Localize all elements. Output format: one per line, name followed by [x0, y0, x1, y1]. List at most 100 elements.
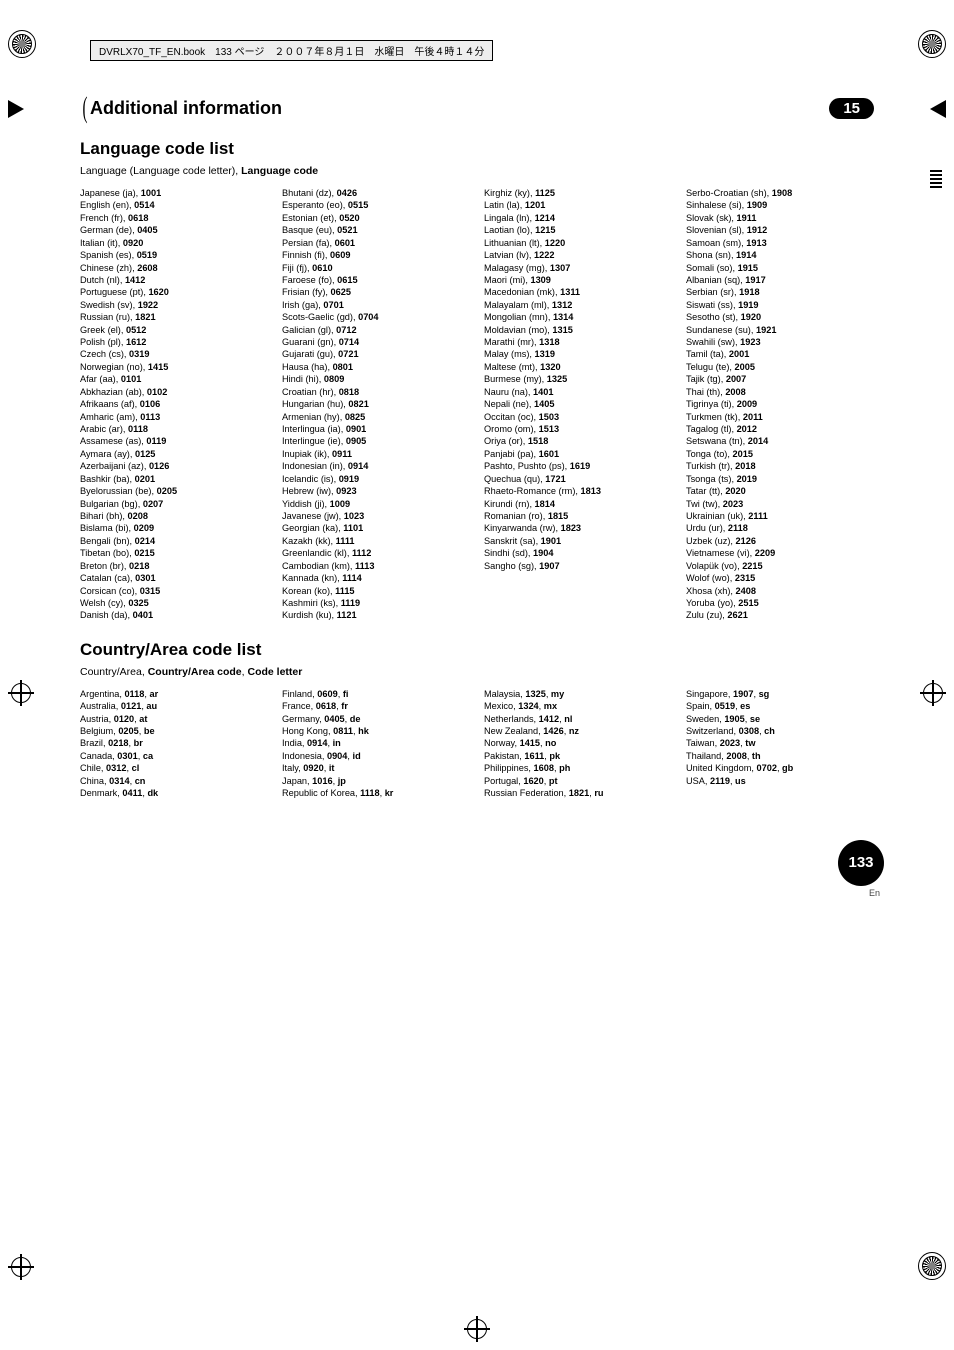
language-entry: Nauru (na), 1401 — [484, 386, 672, 398]
country-entry: Russian Federation, 1821, ru — [484, 787, 672, 799]
language-entry: Volapük (vo), 2215 — [686, 560, 874, 572]
language-entry: Urdu (ur), 2118 — [686, 522, 874, 534]
language-entry: Hindi (hi), 0809 — [282, 373, 470, 385]
language-entry: Latvian (lv), 1222 — [484, 249, 672, 261]
language-entry: Aymara (ay), 0125 — [80, 448, 268, 460]
language-entry: Oriya (or), 1518 — [484, 435, 672, 447]
language-entry: Catalan (ca), 0301 — [80, 572, 268, 584]
language-entry: Marathi (mr), 1318 — [484, 336, 672, 348]
language-entry: Kazakh (kk), 1111 — [282, 535, 470, 547]
country-entry: China, 0314, cn — [80, 775, 268, 787]
language-entry: Irish (ga), 0701 — [282, 299, 470, 311]
language-entry: English (en), 0514 — [80, 199, 268, 211]
country-entry: Belgium, 0205, be — [80, 725, 268, 737]
language-entry: Tsonga (ts), 2019 — [686, 473, 874, 485]
language-entry: Malayalam (ml), 1312 — [484, 299, 672, 311]
country-entry: Australia, 0121, au — [80, 700, 268, 712]
language-entry: Kirundi (rn), 1814 — [484, 498, 672, 510]
country-entry: Chile, 0312, cl — [80, 762, 268, 774]
language-entry: Nepali (ne), 1405 — [484, 398, 672, 410]
country-entry: Canada, 0301, ca — [80, 750, 268, 762]
country-entry: France, 0618, fr — [282, 700, 470, 712]
language-entry: Quechua (qu), 1721 — [484, 473, 672, 485]
language-entry: Mongolian (mn), 1314 — [484, 311, 672, 323]
language-entry: Bihari (bh), 0208 — [80, 510, 268, 522]
language-entry: Polish (pl), 1612 — [80, 336, 268, 348]
language-entry: Moldavian (mo), 1315 — [484, 324, 672, 336]
language-entry: Javanese (jw), 1023 — [282, 510, 470, 522]
language-entry: Rhaeto-Romance (rm), 1813 — [484, 485, 672, 497]
language-entry: Ukrainian (uk), 2111 — [686, 510, 874, 522]
language-entry: Kannada (kn), 1114 — [282, 572, 470, 584]
language-entry: Afar (aa), 0101 — [80, 373, 268, 385]
country-entry: Spain, 0519, es — [686, 700, 874, 712]
language-entry: Swahili (sw), 1923 — [686, 336, 874, 348]
language-entry: Slovak (sk), 1911 — [686, 212, 874, 224]
language-entry: Tajik (tg), 2007 — [686, 373, 874, 385]
country-entry: Portugal, 1620, pt — [484, 775, 672, 787]
language-entry: Italian (it), 0920 — [80, 237, 268, 249]
language-entry: Malagasy (mg), 1307 — [484, 262, 672, 274]
language-entry: Tigrinya (ti), 2009 — [686, 398, 874, 410]
language-entry: Breton (br), 0218 — [80, 560, 268, 572]
language-entry: Oromo (om), 1513 — [484, 423, 672, 435]
language-entry: Afrikaans (af), 0106 — [80, 398, 268, 410]
country-entry: USA, 2119, us — [686, 775, 874, 787]
country-entry: Netherlands, 1412, nl — [484, 713, 672, 725]
language-entry: Sanskrit (sa), 1901 — [484, 535, 672, 547]
language-entry: Bhutani (dz), 0426 — [282, 187, 470, 199]
country-entry: Austria, 0120, at — [80, 713, 268, 725]
language-entry: Swedish (sv), 1922 — [80, 299, 268, 311]
language-entry: Maltese (mt), 1320 — [484, 361, 672, 373]
language-entry: Dutch (nl), 1412 — [80, 274, 268, 286]
country-entry: Switzerland, 0308, ch — [686, 725, 874, 737]
language-entry: Yoruba (yo), 2515 — [686, 597, 874, 609]
language-entry: Bashkir (ba), 0201 — [80, 473, 268, 485]
language-entry: Abkhazian (ab), 0102 — [80, 386, 268, 398]
language-entry: Zulu (zu), 2621 — [686, 609, 874, 621]
country-code-columns: Argentina, 0118, arAustralia, 0121, auAu… — [80, 688, 874, 800]
country-entry: Japan, 1016, jp — [282, 775, 470, 787]
language-entry: Fiji (fj), 0610 — [282, 262, 470, 274]
language-entry: Burmese (my), 1325 — [484, 373, 672, 385]
language-entry: Lithuanian (lt), 1220 — [484, 237, 672, 249]
country-entry: Thailand, 2008, th — [686, 750, 874, 762]
country-entry: Sweden, 1905, se — [686, 713, 874, 725]
language-entry: Panjabi (pa), 1601 — [484, 448, 672, 460]
language-entry: Georgian (ka), 1101 — [282, 522, 470, 534]
language-code-columns: Japanese (ja), 1001English (en), 0514Fre… — [80, 187, 874, 622]
language-entry: Sundanese (su), 1921 — [686, 324, 874, 336]
country-entry: Brazil, 0218, br — [80, 737, 268, 749]
country-entry: Taiwan, 2023, tw — [686, 737, 874, 749]
language-entry: Icelandic (is), 0919 — [282, 473, 470, 485]
language-entry: Spanish (es), 0519 — [80, 249, 268, 261]
country-entry: United Kingdom, 0702, gb — [686, 762, 874, 774]
language-entry: Latin (la), 1201 — [484, 199, 672, 211]
language-entry: Tatar (tt), 2020 — [686, 485, 874, 497]
country-entry: Finland, 0609, fi — [282, 688, 470, 700]
language-entry: Samoan (sm), 1913 — [686, 237, 874, 249]
header-filename-box: DVRLX70_TF_EN.book 133 ページ ２００７年８月１日 水曜日… — [90, 40, 493, 61]
language-entry: Greek (el), 0512 — [80, 324, 268, 336]
language-entry: Sangho (sg), 1907 — [484, 560, 672, 572]
language-entry: Serbian (sr), 1918 — [686, 286, 874, 298]
language-entry: Tonga (to), 2015 — [686, 448, 874, 460]
language-entry: Portuguese (pt), 1620 — [80, 286, 268, 298]
language-entry: Armenian (hy), 0825 — [282, 411, 470, 423]
language-entry: Turkish (tr), 2018 — [686, 460, 874, 472]
language-entry: Cambodian (km), 1113 — [282, 560, 470, 572]
language-entry: Shona (sn), 1914 — [686, 249, 874, 261]
language-entry: Malay (ms), 1319 — [484, 348, 672, 360]
language-entry: Bislama (bi), 0209 — [80, 522, 268, 534]
language-entry: Xhosa (xh), 2408 — [686, 585, 874, 597]
language-entry: Sesotho (st), 1920 — [686, 311, 874, 323]
language-entry: Albanian (sq), 1917 — [686, 274, 874, 286]
language-entry: Russian (ru), 1821 — [80, 311, 268, 323]
language-entry: Setswana (tn), 2014 — [686, 435, 874, 447]
language-entry: Pashto, Pushto (ps), 1619 — [484, 460, 672, 472]
language-entry: Laotian (lo), 1215 — [484, 224, 672, 236]
language-entry: Hausa (ha), 0801 — [282, 361, 470, 373]
language-entry: Thai (th), 2008 — [686, 386, 874, 398]
section-number-badge: 15 — [829, 98, 874, 119]
country-entry: Norway, 1415, no — [484, 737, 672, 749]
